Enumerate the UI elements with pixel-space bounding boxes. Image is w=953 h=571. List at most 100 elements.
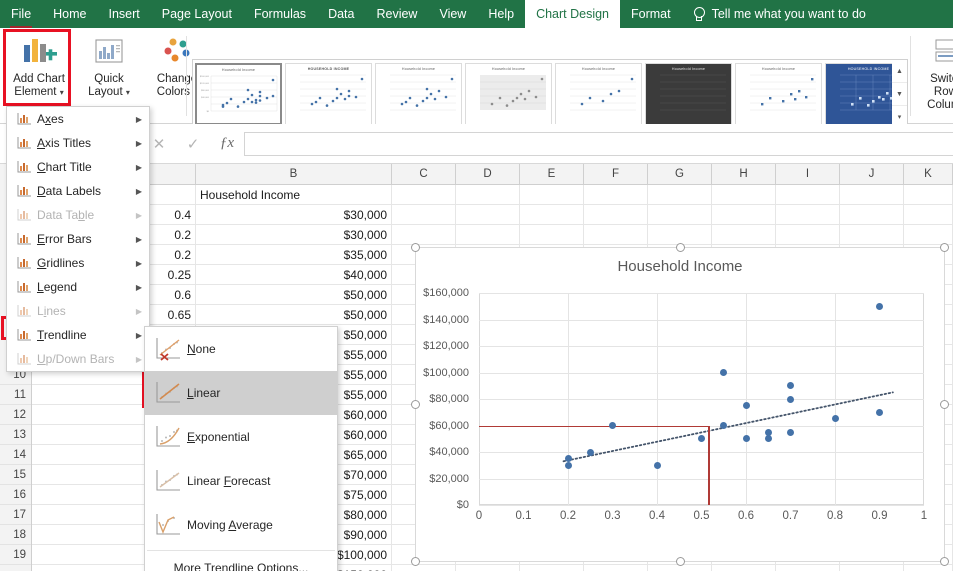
row-header[interactable]: 14 <box>0 445 31 465</box>
trendline-option-exponential[interactable]: Exponential <box>145 415 337 459</box>
gallery-scrollbar[interactable]: ▲ ▼ ▾ <box>892 59 908 129</box>
cell-empty[interactable] <box>584 225 648 245</box>
trendline-linear[interactable] <box>479 293 924 505</box>
cell-empty[interactable] <box>584 565 648 571</box>
data-point[interactable] <box>653 461 661 469</box>
ribbon-tab-insert[interactable]: Insert <box>98 0 151 28</box>
trendline-option-none[interactable]: None <box>145 327 337 371</box>
column-header-d[interactable]: D <box>456 164 520 185</box>
resize-handle-nw[interactable] <box>411 243 420 252</box>
row-header[interactable]: 16 <box>0 485 31 505</box>
add-chart-element-button[interactable]: Add Chart Element ▾ <box>6 31 72 99</box>
column-header-j[interactable]: J <box>840 164 904 185</box>
ribbon-tab-format[interactable]: Format <box>620 0 682 28</box>
menu-item-axes[interactable]: Axes ▶ <box>7 107 149 131</box>
cell-empty[interactable] <box>648 205 712 225</box>
y-axis-labels[interactable]: $0 $20,000 $40,000 $60,000 $80,000 $100,000 $1… <box>416 287 474 511</box>
row-header[interactable]: 17 <box>0 505 31 525</box>
cell-empty[interactable] <box>648 225 712 245</box>
chart-styles-gallery[interactable]: Household Income $160,000 $120,000 $80,0… <box>192 59 898 129</box>
chart-object[interactable]: Household Income $0 $20,000 $40,000 $60,000… <box>411 243 949 566</box>
cell-empty[interactable] <box>392 565 456 571</box>
table-row[interactable]: 0.2 $30,000 <box>32 225 953 245</box>
cell-empty[interactable] <box>712 565 776 571</box>
cell-empty[interactable] <box>456 225 520 245</box>
row-header[interactable]: 19 <box>0 545 31 565</box>
switch-row-column-button[interactable]: Switch Row/ Column <box>916 31 953 112</box>
chart-style-thumb[interactable]: Household Income <box>645 63 732 125</box>
cell-column-b[interactable]: $50,000 <box>196 285 392 305</box>
gallery-scroll-down-icon[interactable]: ▼ <box>892 83 907 106</box>
data-point[interactable] <box>564 461 572 469</box>
cell-empty[interactable] <box>904 185 953 205</box>
cell-empty[interactable] <box>904 205 953 225</box>
row-header[interactable]: 15 <box>0 465 31 485</box>
resize-handle-ne[interactable] <box>940 243 949 252</box>
cell-empty[interactable] <box>456 205 520 225</box>
cell-empty[interactable] <box>520 565 584 571</box>
cell-empty[interactable] <box>840 205 904 225</box>
cell-column-b[interactable]: $40,000 <box>196 265 392 285</box>
chart-style-thumb[interactable]: Household Income <box>195 63 282 125</box>
table-row[interactable]: 0.4 $30,000 <box>32 205 953 225</box>
data-point[interactable] <box>742 402 750 410</box>
trendline-option-linear[interactable]: Linear <box>145 371 337 415</box>
trendline-option-linear-forecast[interactable]: Linear Forecast <box>145 459 337 503</box>
row-header[interactable]: 11 <box>0 385 31 405</box>
chart-style-thumb[interactable]: Household Income <box>735 63 822 125</box>
chart-style-thumb[interactable]: Household Income <box>375 63 462 125</box>
cell-empty[interactable] <box>776 225 840 245</box>
ribbon-tab-chart-design[interactable]: Chart Design <box>525 0 621 28</box>
table-row[interactable]: Household Income <box>32 185 953 205</box>
column-header-i[interactable]: I <box>776 164 840 185</box>
cell-empty[interactable] <box>776 185 840 205</box>
resize-handle-se[interactable] <box>940 557 949 566</box>
cell-empty[interactable] <box>840 565 904 571</box>
add-chart-element-menu[interactable]: Axes ▶ Axis Titles ▶ Chart Title ▶ Data Labels… <box>6 106 150 372</box>
data-point[interactable] <box>609 422 616 429</box>
more-trendline-options-item[interactable]: More Trendline Options... <box>145 554 337 571</box>
formula-input[interactable] <box>244 131 953 156</box>
ribbon-tab-home[interactable]: Home <box>42 0 97 28</box>
cell-empty[interactable] <box>904 225 953 245</box>
insert-function-icon[interactable]: ƒx <box>210 135 244 152</box>
cell-column-b[interactable]: Household Income <box>196 185 392 205</box>
chart-title[interactable]: Household Income <box>416 258 944 275</box>
menu-item-legend[interactable]: Legend ▶ <box>7 275 149 299</box>
cell-empty[interactable] <box>712 205 776 225</box>
resize-handle-sw[interactable] <box>411 557 420 566</box>
data-point[interactable] <box>787 428 794 436</box>
cell-empty[interactable] <box>648 185 712 205</box>
x-axis-labels[interactable]: 0 0.1 0.2 0.3 0.4 0.5 0.6 0.7 0.8 0.9 1 <box>476 508 927 526</box>
ribbon-tab-help[interactable]: Help <box>477 0 525 28</box>
cell-empty[interactable] <box>840 185 904 205</box>
row-header[interactable]: 13 <box>0 425 31 445</box>
ribbon-tab-view[interactable]: View <box>428 0 477 28</box>
quick-layout-button[interactable]: Quick Layout ▾ <box>76 31 142 99</box>
ribbon-tab-review[interactable]: Review <box>365 0 428 28</box>
chart-style-thumb[interactable]: Household Income <box>465 63 552 125</box>
data-point[interactable] <box>876 408 883 416</box>
cell-column-b[interactable]: $30,000 <box>196 225 392 245</box>
menu-item-data-labels[interactable]: Data Labels ▶ <box>7 179 149 203</box>
cell-empty[interactable] <box>584 205 648 225</box>
data-point[interactable] <box>764 435 772 443</box>
cell-empty[interactable] <box>520 225 584 245</box>
cell-empty[interactable] <box>712 185 776 205</box>
cell-empty[interactable] <box>392 205 456 225</box>
row-header[interactable]: 12 <box>0 405 31 425</box>
data-point[interactable] <box>742 435 750 443</box>
cell-empty[interactable] <box>520 205 584 225</box>
cell-empty[interactable] <box>584 185 648 205</box>
column-header-h[interactable]: H <box>712 164 776 185</box>
gallery-scroll-up-icon[interactable]: ▲ <box>892 60 907 83</box>
data-point[interactable] <box>787 395 794 403</box>
tell-me-search[interactable]: Tell me what you want to do <box>682 0 876 28</box>
column-header-b[interactable]: B <box>196 164 392 185</box>
ribbon-tab-file[interactable]: File <box>0 0 42 28</box>
cell-empty[interactable] <box>392 185 456 205</box>
chart-plot-area[interactable] <box>479 293 924 506</box>
menu-item-gridlines[interactable]: Gridlines ▶ <box>7 251 149 275</box>
row-header[interactable]: 18 <box>0 525 31 545</box>
menu-item-chart-title[interactable]: Chart Title ▶ <box>7 155 149 179</box>
